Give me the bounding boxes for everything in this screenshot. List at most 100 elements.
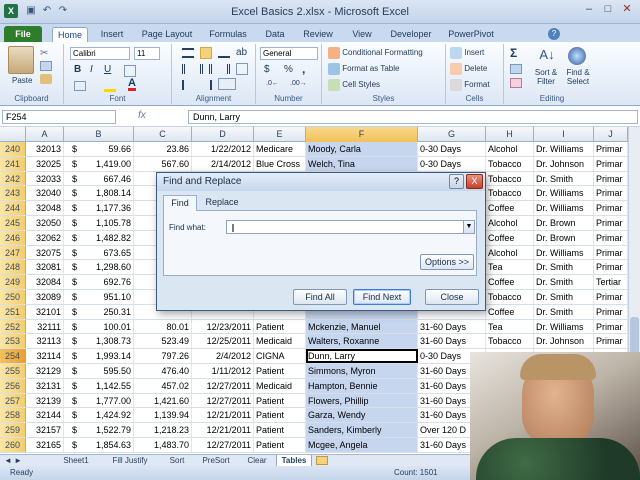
cell-a[interactable]: 32062	[26, 230, 64, 245]
cell-f[interactable]: Flowers, Phillip	[306, 393, 418, 408]
cell-j[interactable]: Primar	[594, 142, 628, 156]
font-color-icon[interactable]: A	[128, 78, 136, 91]
cell-b[interactable]: $1,105.78	[64, 216, 134, 230]
cell-g[interactable]: 0-30 Days	[418, 142, 486, 156]
row-header[interactable]: 251	[0, 304, 26, 319]
cell-e[interactable]: Patient	[254, 423, 306, 437]
font-name-select[interactable]: Calibri	[70, 47, 130, 60]
cell-j[interactable]: Primar	[594, 334, 628, 349]
dialog-close-icon[interactable]: X	[466, 174, 483, 189]
align-bottom-icon[interactable]	[218, 48, 230, 58]
cell-b[interactable]: $1,142.55	[64, 378, 134, 393]
cell-b[interactable]: $595.50	[64, 364, 134, 378]
cell-e[interactable]: Medicaid	[254, 378, 306, 393]
cell-h[interactable]: Tobacco	[486, 334, 534, 349]
cell-b[interactable]: $1,522.79	[64, 423, 134, 437]
cell-f[interactable]: Sanders, Kimberly	[306, 423, 418, 437]
cell-i[interactable]: Dr. Williams	[534, 245, 594, 260]
cell-a[interactable]: 32075	[26, 245, 64, 260]
find-dropdown-icon[interactable]: ▼	[463, 220, 475, 234]
borders-icon[interactable]	[124, 65, 136, 77]
row-header[interactable]: 246	[0, 230, 26, 245]
row-header[interactable]: 242	[0, 171, 26, 186]
tab-find[interactable]: Find	[163, 195, 197, 211]
cell-b[interactable]: $1,993.14	[64, 349, 134, 363]
cell-a[interactable]: 32101	[26, 304, 64, 319]
font-size-select[interactable]: 11	[134, 47, 160, 60]
row-header[interactable]: 256	[0, 378, 26, 393]
cut-icon[interactable]: ✂	[40, 48, 52, 59]
cell-c[interactable]: 1,139.94	[134, 408, 192, 423]
find-all-button[interactable]: Find All	[293, 289, 347, 305]
column-header-i[interactable]: I	[534, 127, 594, 142]
bold-button[interactable]: B	[74, 64, 81, 75]
cell-d[interactable]: 12/27/2011	[192, 378, 254, 393]
underline-button[interactable]: U	[104, 64, 111, 75]
row-header[interactable]: 252	[0, 319, 26, 334]
cell-h[interactable]: Coffee	[486, 275, 534, 289]
insert-cells-button[interactable]: Insert	[450, 47, 484, 59]
cell-g[interactable]: 0-30 Days	[418, 156, 486, 171]
cell-c[interactable]: 797.26	[134, 349, 192, 363]
cell-a[interactable]: 32157	[26, 423, 64, 437]
cell-d[interactable]: 12/23/2011	[192, 319, 254, 334]
cell-i[interactable]: Dr. Williams	[534, 319, 594, 334]
cell-c[interactable]: 1,483.70	[134, 438, 192, 452]
dialog-help-icon[interactable]: ?	[449, 174, 464, 189]
tab-file[interactable]: File	[4, 26, 42, 42]
cell-i[interactable]: Dr. Williams	[534, 142, 594, 156]
vertical-scroll-thumb[interactable]	[630, 317, 639, 357]
cell-c[interactable]: 80.01	[134, 319, 192, 334]
row-header[interactable]: 259	[0, 423, 26, 437]
cell-b[interactable]: $1,308.73	[64, 334, 134, 349]
decrease-indent-icon[interactable]	[182, 80, 194, 90]
autosum-button[interactable]: Σ	[510, 46, 517, 60]
cell-d[interactable]: 12/21/2011	[192, 408, 254, 423]
cell-c[interactable]: 1,421.60	[134, 393, 192, 408]
row-header[interactable]: 260	[0, 438, 26, 452]
cell-h[interactable]: Coffee	[486, 201, 534, 215]
increase-decimal-icon[interactable]: .0←	[266, 80, 279, 87]
cell-b[interactable]: $250.31	[64, 304, 134, 319]
cell-f[interactable]: Walters, Roxanne	[306, 334, 418, 349]
cell-b[interactable]: $1,424.92	[64, 408, 134, 423]
column-header-b[interactable]: B	[64, 127, 134, 142]
cell-h[interactable]: Tobacco	[486, 186, 534, 201]
cell-f[interactable]: Simmons, Myron	[306, 364, 418, 378]
format-as-table-button[interactable]: Format as Table	[328, 63, 399, 75]
cell-a[interactable]: 32084	[26, 275, 64, 289]
cell-a[interactable]: 32040	[26, 186, 64, 201]
cell-f[interactable]: Mckenzie, Manuel	[306, 319, 418, 334]
cell-h[interactable]: Alcohol	[486, 216, 534, 230]
find-select-icon[interactable]	[568, 47, 586, 65]
cell-b[interactable]: $1,777.00	[64, 393, 134, 408]
cell-h[interactable]: Alcohol	[486, 245, 534, 260]
tab-review[interactable]: Review	[298, 27, 338, 42]
cell-d[interactable]: 12/25/2011	[192, 334, 254, 349]
cell-f[interactable]: Garza, Wendy	[306, 408, 418, 423]
delete-cells-button[interactable]: Delete	[450, 63, 487, 75]
cell-e[interactable]: Blue Cross	[254, 156, 306, 171]
select-all-corner[interactable]	[0, 127, 26, 142]
cell-a[interactable]: 32165	[26, 438, 64, 452]
row-header[interactable]: 255	[0, 364, 26, 378]
cell-a[interactable]: 32131	[26, 378, 64, 393]
cell-i[interactable]: Dr. Brown	[534, 230, 594, 245]
column-header-g[interactable]: G	[418, 127, 486, 142]
row-header[interactable]: 258	[0, 408, 26, 423]
cell-h[interactable]: Tea	[486, 319, 534, 334]
cell-e[interactable]: Medicaid	[254, 334, 306, 349]
cell-b[interactable]: $1,482.82	[64, 230, 134, 245]
tab-replace[interactable]: Replace	[201, 195, 243, 211]
find-next-button[interactable]: Find Next	[353, 289, 411, 305]
cell-a[interactable]: 32033	[26, 171, 64, 186]
cell-j[interactable]: Tertiar	[594, 275, 628, 289]
fx-icon[interactable]: fx	[138, 110, 188, 124]
maximize-icon[interactable]: □	[599, 3, 617, 17]
cell-j[interactable]: Primar	[594, 304, 628, 319]
clear-icon[interactable]	[510, 78, 522, 88]
row-header[interactable]: 249	[0, 275, 26, 289]
help-icon[interactable]: ?	[548, 28, 560, 40]
row-header[interactable]: 257	[0, 393, 26, 408]
cell-b[interactable]: $667.46	[64, 171, 134, 186]
